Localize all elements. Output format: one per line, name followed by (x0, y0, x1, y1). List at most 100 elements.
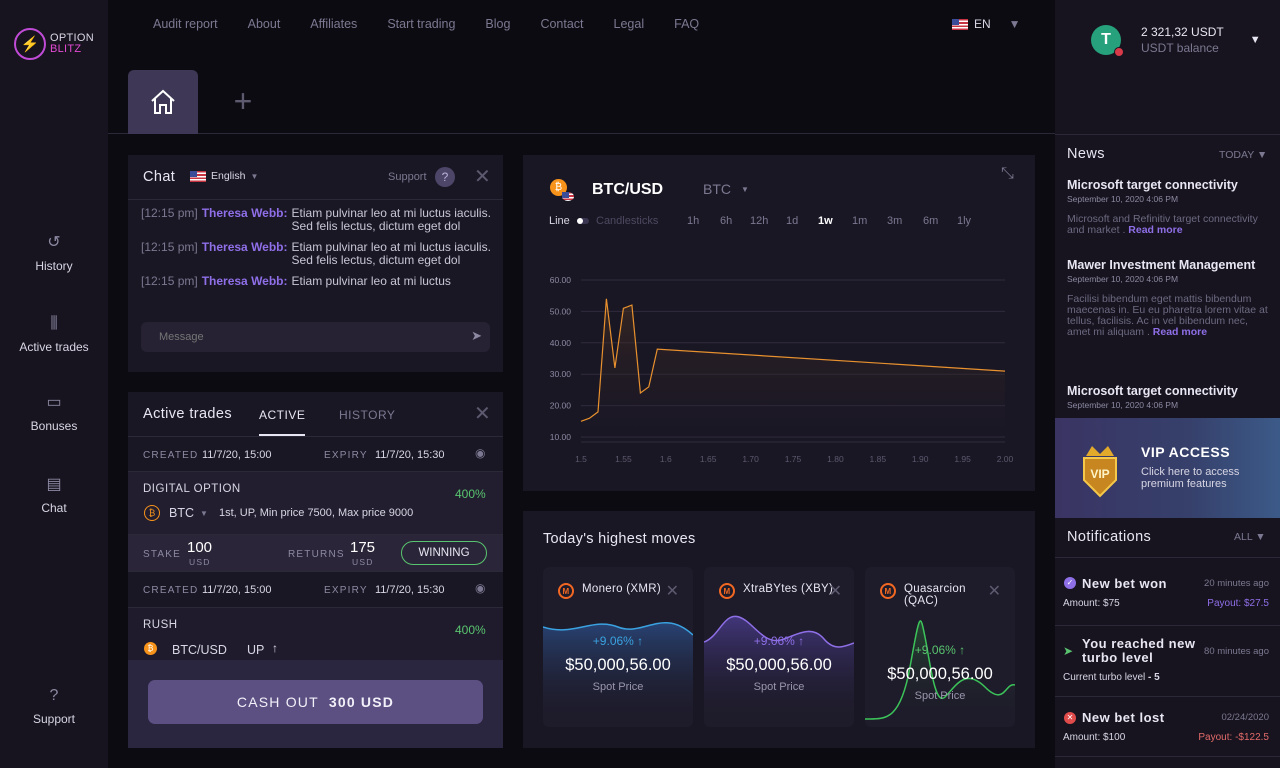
range-1w[interactable]: 1w (818, 215, 852, 227)
chat-language-selector[interactable]: English ▼ (190, 170, 258, 182)
read-more-link[interactable]: Read more (1128, 224, 1182, 236)
message-text: Etiam pulvinar leo at mi luctus iaculis.… (291, 240, 491, 267)
range-1m[interactable]: 1m (852, 215, 887, 227)
notification-item[interactable]: ✕ New bet lost 02/24/2020 Amount: $100 P… (1055, 697, 1280, 757)
nav-link-blog[interactable]: Blog (485, 17, 510, 31)
balance-widget[interactable]: T 2 321,32 USDT USDT balance ▼ (1091, 25, 1261, 57)
nav-link-about[interactable]: About (248, 17, 281, 31)
sidebar-item-bonuses[interactable]: ▭ Bonuses (0, 393, 108, 433)
quasarcion-icon: M (880, 583, 896, 599)
eye-icon[interactable]: ◉ (475, 446, 485, 460)
move-card[interactable]: M Monero (XMR) ✕ +9.06% ↑ $50,000,56.00 S… (543, 567, 693, 727)
chart-panel: ₿ BTC/USD BTC ▼ ⤡ Line Candlesticks 1h 6… (523, 155, 1035, 491)
mode-toggle[interactable] (577, 218, 589, 224)
news-item[interactable]: Microsoft target connectivity September … (1067, 179, 1272, 236)
sidebar-item-history[interactable]: ↺ History (0, 233, 108, 273)
cash-out-button[interactable]: CASH OUT 300 USD (148, 680, 483, 724)
x-tick-label: 1.90 (912, 454, 929, 464)
price-chart[interactable]: 60.00 50.00 40.00 30.00 20.00 10.00 1.5 1.55 1.6… (523, 265, 1035, 485)
nav-link-start-trading[interactable]: Start trading (387, 17, 455, 31)
news-item-date: September 10, 2020 4:06 PM (1067, 274, 1179, 284)
news-item[interactable]: Mawer Investment Management September 10… (1067, 259, 1272, 338)
notification-item[interactable]: ✓ New bet won 20 minutes ago Amount: $75… (1055, 558, 1280, 626)
move-card[interactable]: M XtraBYtes (XBY) ✕ +9.06% ↑ $50,000,56.0… (704, 567, 854, 727)
tab-history[interactable]: HISTORY (339, 408, 395, 422)
range-1d[interactable]: 1d (786, 215, 818, 227)
news-item-title: Microsoft target connectivity (1067, 384, 1238, 398)
chat-message-input[interactable] (141, 322, 461, 352)
xtrabytes-icon: M (719, 583, 735, 599)
trade-percent: 400% (455, 487, 486, 501)
sidebar-item-chat[interactable]: ▤ Chat (0, 475, 108, 515)
close-icon[interactable]: ✕ (474, 404, 491, 424)
language-code: EN (974, 17, 991, 31)
move-card[interactable]: M Quasarcion (QAC) ✕ +9.06% ↑ $50,000,56.… (865, 567, 1015, 727)
range-1h[interactable]: 1h (687, 215, 720, 227)
coin-price-label: Spot Price (914, 690, 966, 702)
stake-unit: USD (189, 557, 211, 567)
notifications-title: Notifications (1067, 529, 1152, 545)
nav-link-legal[interactable]: Legal (614, 17, 645, 31)
range-6h[interactable]: 6h (720, 215, 750, 227)
nav-link-affiliates[interactable]: Affiliates (310, 17, 357, 31)
coin-change: +9.06% ↑ (592, 634, 644, 648)
close-icon[interactable]: ✕ (988, 581, 1001, 601)
nav-link-audit-report[interactable]: Audit report (153, 17, 218, 31)
news-item-body: Facilisi bibendum eget mattis bibendum m… (1067, 293, 1268, 338)
tab-active[interactable]: ACTIVE (259, 408, 306, 436)
close-icon[interactable]: ✕ (829, 581, 842, 601)
support-chat-icon[interactable]: ? (435, 167, 455, 187)
nav-link-faq[interactable]: FAQ (674, 17, 699, 31)
close-icon[interactable]: ✕ (666, 581, 679, 601)
range-1ly[interactable]: 1ly (957, 215, 987, 227)
sidebar-item-support[interactable]: ? Support (0, 686, 108, 726)
chart-asset-selector[interactable]: BTC (703, 181, 731, 197)
y-tick-label: 10.00 (550, 432, 572, 442)
coin-price-label: Spot Price (753, 681, 805, 693)
chat-message: [12:15 pm] Theresa Webb: Etiam pulvinar … (141, 241, 491, 267)
tether-icon: T (1091, 25, 1124, 57)
coin-price: $50,000,56.00 (565, 656, 671, 674)
coin-change: +9.06% ↑ (914, 643, 966, 657)
notifications-filter[interactable]: ALL ▼ (1234, 531, 1266, 543)
notification-item[interactable]: ➤ You reached new turbo level 80 minutes… (1055, 626, 1280, 697)
send-icon[interactable]: ➤ (471, 328, 482, 344)
news-filter[interactable]: TODAY ▼ (1219, 149, 1267, 161)
mode-candlesticks[interactable]: Candlesticks (596, 215, 658, 227)
logo[interactable]: ⚡ OPTION BLITZ (14, 28, 94, 60)
message-user[interactable]: Theresa Webb: (202, 275, 288, 288)
notification-payout: Payout: $27.5 (1207, 598, 1269, 609)
us-flag-icon (190, 170, 206, 182)
sidebar-item-active-trades[interactable]: ⫼ Active trades (0, 314, 108, 354)
support-link[interactable]: Support (388, 171, 427, 183)
coin-change: +9.06% ↑ (753, 634, 805, 648)
eye-icon[interactable]: ◉ (475, 581, 485, 595)
news-item[interactable]: Microsoft target connectivity September … (1067, 384, 1272, 411)
close-icon[interactable]: ✕ (474, 167, 491, 187)
chevron-down-icon[interactable]: ▼ (1250, 34, 1261, 46)
read-more-link[interactable]: Read more (1153, 326, 1207, 338)
y-tick-label: 30.00 (550, 369, 572, 379)
range-6m[interactable]: 6m (923, 215, 957, 227)
expiry-value: 11/7/20, 15:30 (375, 584, 445, 596)
vip-banner[interactable]: VIP VIP ACCESS Click here to access prem… (1055, 418, 1280, 518)
chevron-down-icon[interactable]: ▼ (200, 509, 208, 518)
trade-asset[interactable]: BTC (169, 506, 194, 520)
language-selector[interactable]: EN ▼ (952, 17, 1021, 31)
range-12h[interactable]: 12h (750, 215, 786, 227)
message-user[interactable]: Theresa Webb: (202, 241, 288, 267)
add-tab-button[interactable]: + (228, 85, 258, 120)
tab-home[interactable] (128, 70, 198, 134)
returns-unit: USD (352, 557, 374, 567)
check-icon: ✓ (1064, 577, 1076, 589)
mode-line[interactable]: Line (549, 215, 570, 227)
message-time: [12:15 pm] (141, 274, 198, 288)
collapse-icon[interactable]: ⤡ (1001, 165, 1014, 183)
y-tick-label: 40.00 (550, 338, 572, 348)
nav-link-contact[interactable]: Contact (540, 17, 583, 31)
nav-links: Audit report About Affiliates Start trad… (153, 17, 699, 31)
range-3m[interactable]: 3m (887, 215, 923, 227)
notification-amount: Amount: $100 (1063, 732, 1126, 743)
message-user[interactable]: Theresa Webb: (202, 207, 288, 233)
chevron-down-icon[interactable]: ▼ (741, 185, 749, 194)
